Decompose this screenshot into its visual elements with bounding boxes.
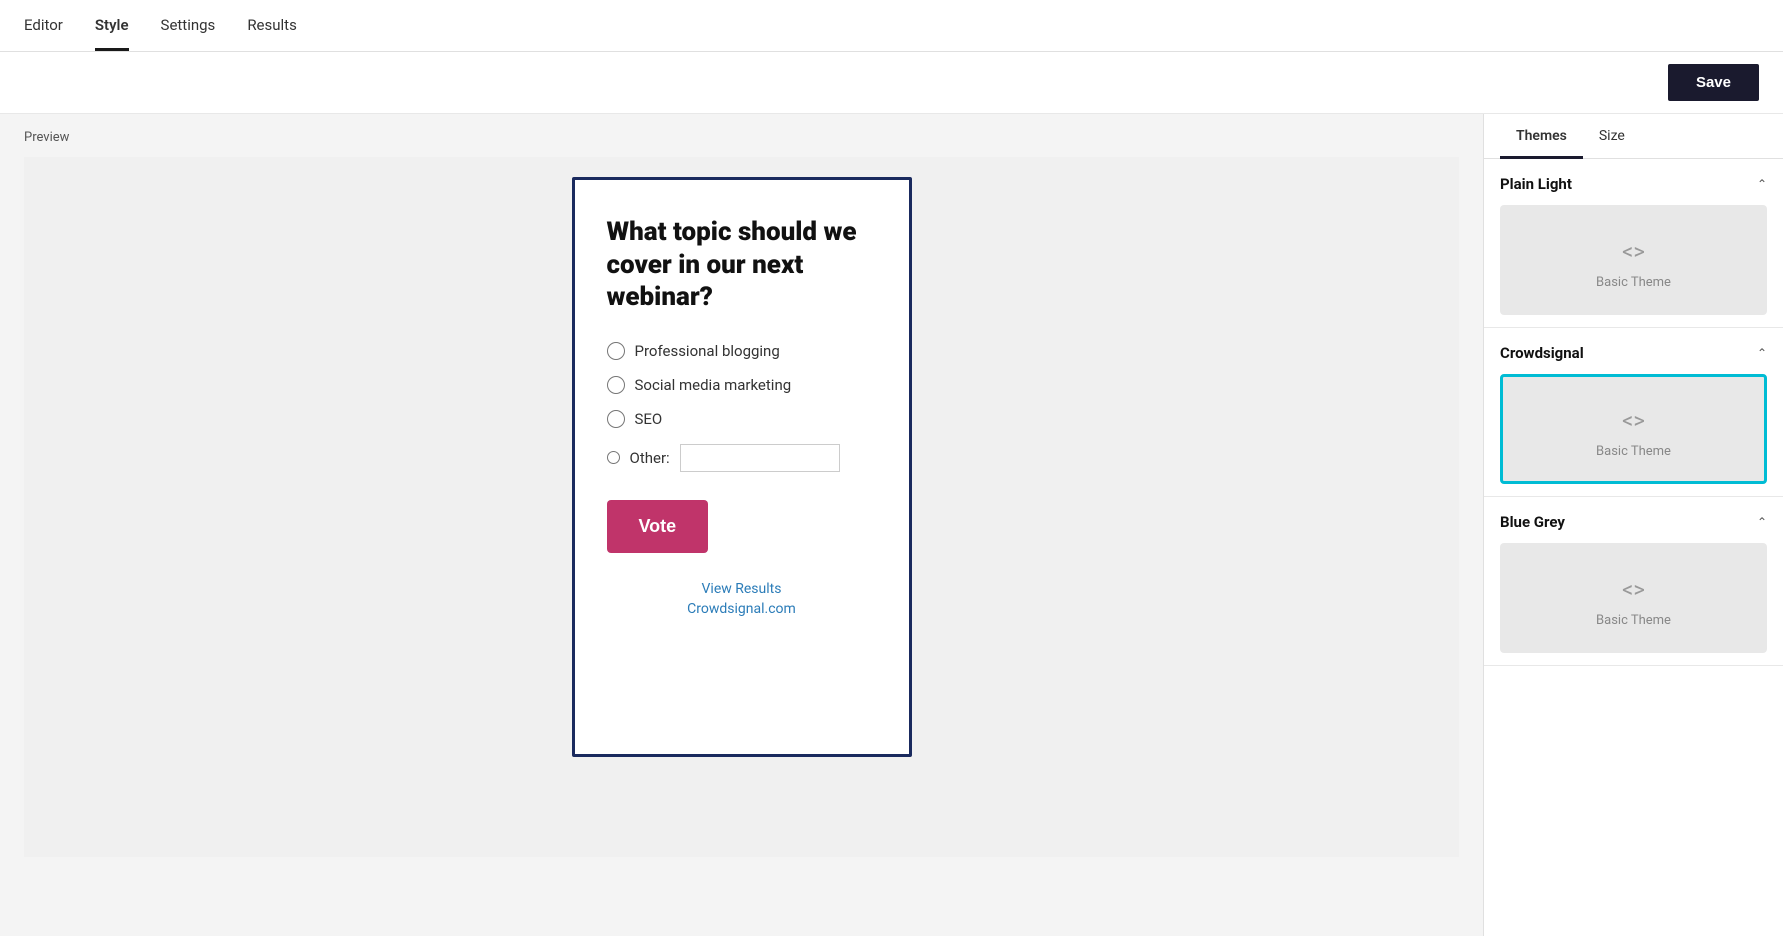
theme-card-label-blue-grey: Basic Theme <box>1596 613 1671 628</box>
section-title-crowdsignal: Crowdsignal <box>1500 344 1584 362</box>
other-text-input[interactable] <box>680 444 840 472</box>
poll-widget: What topic should we cover in our next w… <box>572 177 912 757</box>
view-results-link[interactable]: View Results <box>702 581 782 597</box>
section-title-plain-light: Plain Light <box>1500 175 1572 193</box>
vote-button[interactable]: Vote <box>607 500 709 553</box>
preview-area: Preview What topic should we cover in ou… <box>0 114 1483 936</box>
theme-section-header-plain-light: Plain Light ⌃ <box>1500 175 1767 193</box>
code-icon-3: <> <box>1622 578 1645 603</box>
section-title-blue-grey: Blue Grey <box>1500 513 1565 531</box>
tab-settings[interactable]: Settings <box>161 2 216 51</box>
tab-results[interactable]: Results <box>247 2 297 51</box>
list-item[interactable]: Professional blogging <box>607 342 877 360</box>
theme-card-plain-light[interactable]: <> Basic Theme <box>1500 205 1767 315</box>
code-icon-2: <> <box>1622 409 1645 434</box>
code-icon: <> <box>1622 240 1645 265</box>
right-sidebar: Themes Size Plain Light ⌃ <> Basic Theme… <box>1483 114 1783 936</box>
theme-card-blue-grey[interactable]: <> Basic Theme <box>1500 543 1767 653</box>
save-button[interactable]: Save <box>1668 64 1759 101</box>
tab-editor[interactable]: Editor <box>24 2 63 51</box>
option-label-2: Social media marketing <box>635 376 792 394</box>
poll-radio-3[interactable] <box>607 410 625 428</box>
chevron-up-icon-3[interactable]: ⌃ <box>1757 515 1767 529</box>
theme-card-crowdsignal[interactable]: <> Basic Theme <box>1500 374 1767 484</box>
poll-options: Professional blogging Social media marke… <box>607 342 877 472</box>
tab-size[interactable]: Size <box>1583 114 1641 159</box>
preview-canvas: What topic should we cover in our next w… <box>24 157 1459 857</box>
poll-links: View Results Crowdsignal.com <box>607 581 877 617</box>
sidebar-content: Plain Light ⌃ <> Basic Theme Crowdsignal… <box>1484 159 1783 936</box>
sidebar-tabs: Themes Size <box>1484 114 1783 159</box>
tab-style[interactable]: Style <box>95 2 129 51</box>
poll-radio-4[interactable] <box>607 451 620 464</box>
chevron-up-icon-2[interactable]: ⌃ <box>1757 346 1767 360</box>
list-item[interactable]: SEO <box>607 410 877 428</box>
preview-label: Preview <box>24 130 1459 145</box>
poll-radio-2[interactable] <box>607 376 625 394</box>
main-layout: Preview What topic should we cover in ou… <box>0 114 1783 936</box>
list-item[interactable]: Other: <box>607 444 877 472</box>
theme-card-label-plain-light: Basic Theme <box>1596 275 1671 290</box>
theme-section-blue-grey: Blue Grey ⌃ <> Basic Theme <box>1484 497 1783 666</box>
option-label-3: SEO <box>635 410 663 428</box>
chevron-up-icon[interactable]: ⌃ <box>1757 177 1767 191</box>
theme-section-crowdsignal: Crowdsignal ⌃ <> Basic Theme <box>1484 328 1783 497</box>
theme-section-header-blue-grey: Blue Grey ⌃ <box>1500 513 1767 531</box>
toolbar: Save <box>0 52 1783 114</box>
option-label-1: Professional blogging <box>635 342 780 360</box>
top-navigation: Editor Style Settings Results <box>0 0 1783 52</box>
theme-section-plain-light: Plain Light ⌃ <> Basic Theme <box>1484 159 1783 328</box>
option-label-4: Other: <box>630 449 670 467</box>
crowdsignal-link[interactable]: Crowdsignal.com <box>687 601 796 617</box>
tab-themes[interactable]: Themes <box>1500 114 1583 159</box>
poll-question: What topic should we cover in our next w… <box>607 216 877 314</box>
theme-card-label-crowdsignal: Basic Theme <box>1596 444 1671 459</box>
list-item[interactable]: Social media marketing <box>607 376 877 394</box>
poll-radio-1[interactable] <box>607 342 625 360</box>
theme-section-header-crowdsignal: Crowdsignal ⌃ <box>1500 344 1767 362</box>
